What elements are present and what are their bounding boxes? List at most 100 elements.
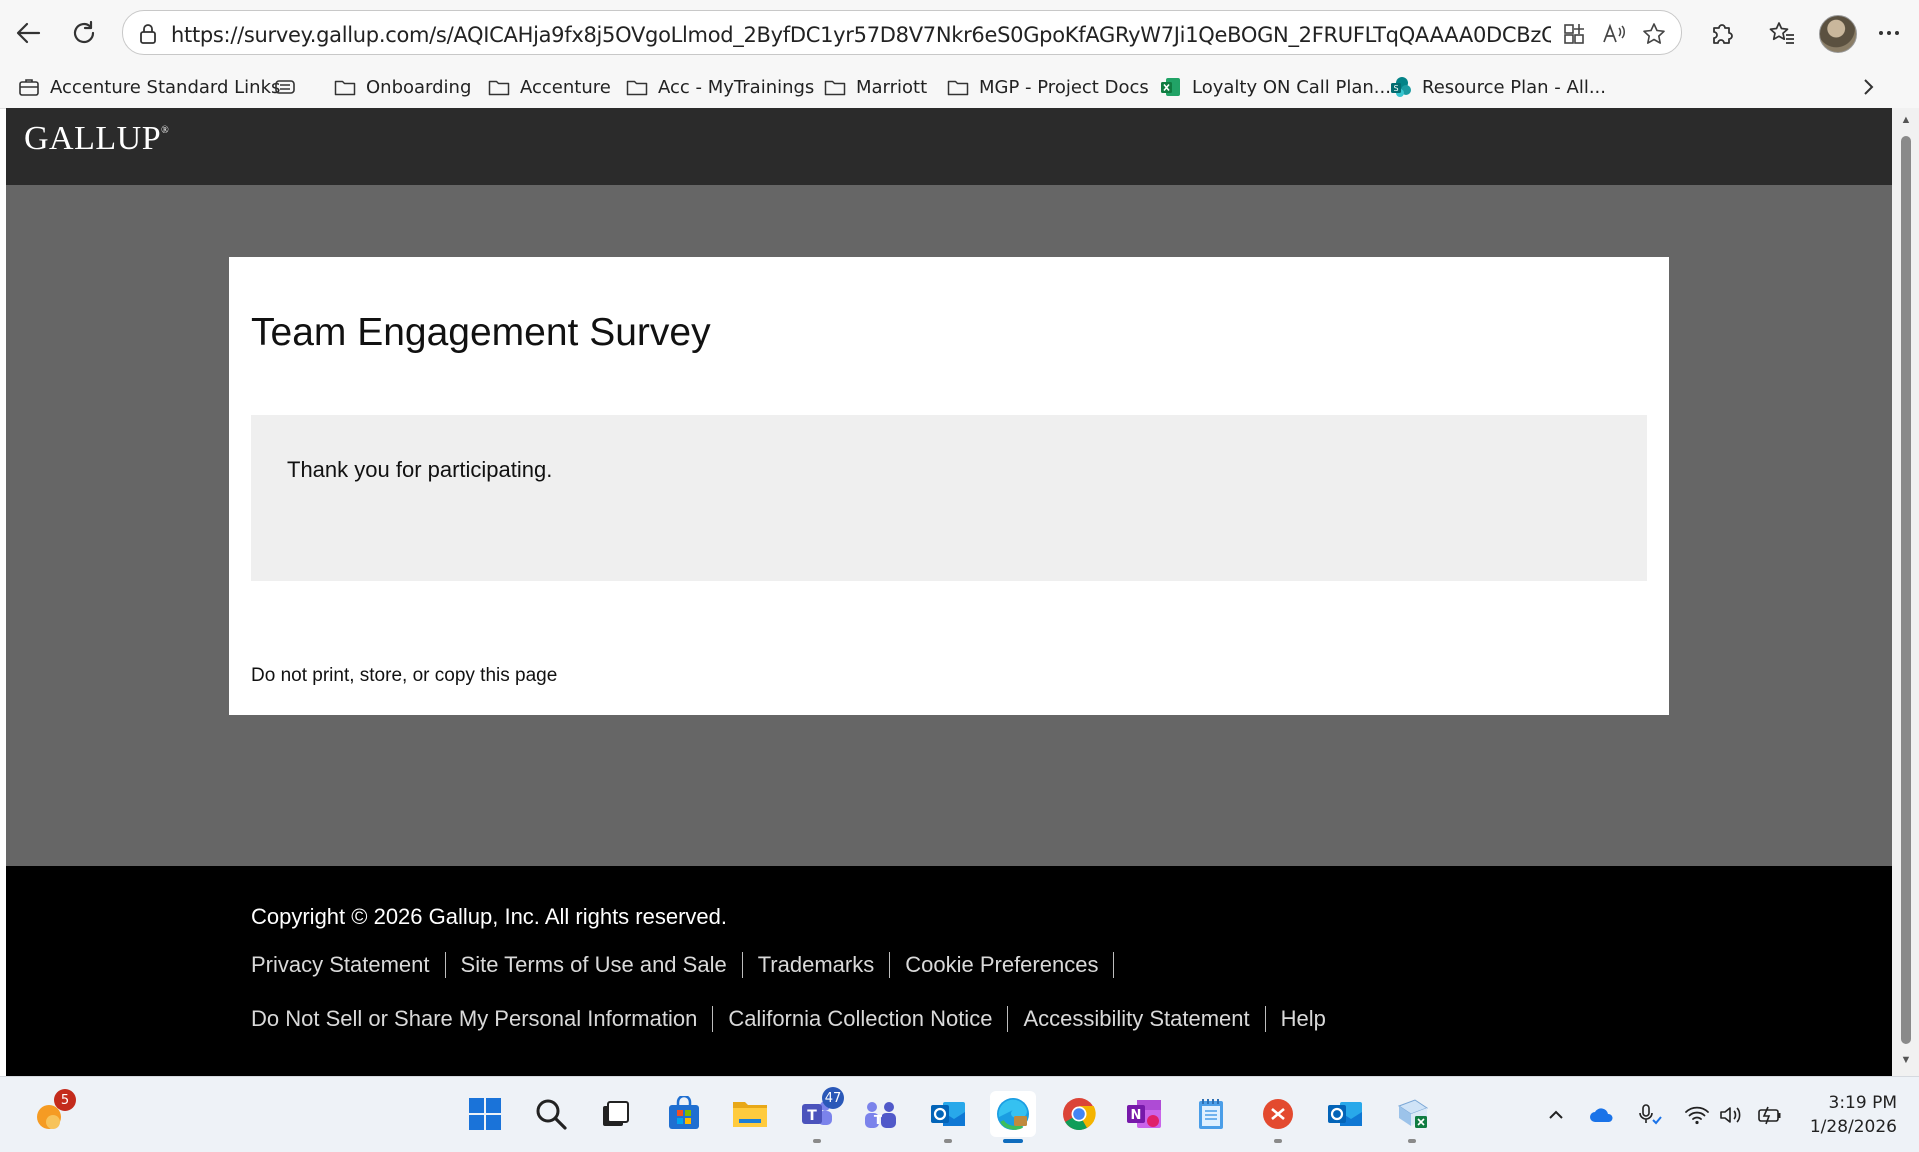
back-arrow-icon xyxy=(16,22,41,44)
favorites-button[interactable] xyxy=(1765,16,1799,50)
app-available-icon[interactable] xyxy=(1561,21,1587,47)
footer-links-row-2: Do Not Sell or Share My Personal Informa… xyxy=(251,1006,1326,1032)
chevron-right-icon xyxy=(1864,79,1874,95)
bookmark-acc-mytrainings[interactable]: Acc - MyTrainings xyxy=(624,74,814,100)
accessibility-statement-link[interactable]: Accessibility Statement xyxy=(1023,1006,1249,1032)
scroll-thumb[interactable] xyxy=(1901,136,1911,1044)
taskbar-chrome[interactable] xyxy=(1056,1091,1102,1137)
chevron-up-icon xyxy=(1549,1110,1563,1119)
taskbar-outlook-2[interactable] xyxy=(1322,1091,1368,1137)
weather-widget[interactable]: 5 xyxy=(26,1089,76,1139)
bookmark-loyalty-on-call-plan[interactable]: Loyalty ON Call Plan... xyxy=(1158,74,1391,100)
cookie-preferences-link[interactable]: Cookie Preferences xyxy=(905,952,1098,978)
taskbar-remote-desktop[interactable] xyxy=(1255,1091,1301,1143)
outlook-icon xyxy=(931,1102,965,1126)
link-divider xyxy=(1113,952,1115,978)
excel-window-icon xyxy=(1397,1099,1429,1128)
bookmark-accenture[interactable]: Accenture xyxy=(486,74,611,100)
wifi-tray-icon[interactable] xyxy=(1683,1101,1711,1129)
microphone-tray-icon[interactable] xyxy=(1636,1101,1664,1129)
bookmark-mgp-project-docs[interactable]: MGP - Project Docs xyxy=(945,74,1149,100)
taskbar-file-explorer[interactable] xyxy=(727,1091,773,1137)
bookmark-resource-plan[interactable]: S Resource Plan - All... xyxy=(1388,74,1606,100)
refresh-button[interactable] xyxy=(64,13,104,53)
california-collection-notice-link[interactable]: California Collection Notice xyxy=(728,1006,992,1032)
survey-card: Team Engagement Survey Thank you for par… xyxy=(229,257,1669,715)
more-menu-button[interactable] xyxy=(1872,16,1906,50)
taskbar-notepad[interactable] xyxy=(1188,1091,1234,1137)
svg-text:N: N xyxy=(1131,1108,1142,1123)
search-button[interactable] xyxy=(528,1091,574,1137)
taskbar-teams-personal[interactable]: T xyxy=(858,1091,904,1137)
onedrive-tray-icon[interactable] xyxy=(1588,1101,1616,1129)
store-bag-icon xyxy=(669,1096,699,1129)
bookmark-reading-list[interactable] xyxy=(272,74,306,100)
taskbar-outlook[interactable] xyxy=(925,1091,971,1143)
do-not-sell-link[interactable]: Do Not Sell or Share My Personal Informa… xyxy=(251,1006,697,1032)
site-terms-link[interactable]: Site Terms of Use and Sale xyxy=(461,952,727,978)
notification-badge: 5 xyxy=(54,1089,76,1111)
taskbar-excel-app[interactable] xyxy=(1389,1091,1435,1143)
taskbar-onenote[interactable]: N xyxy=(1121,1091,1167,1137)
logo-registered-mark: ® xyxy=(161,124,170,136)
copyright-text: Copyright © 2026 Gallup, Inc. All rights… xyxy=(251,904,727,929)
speaker-icon xyxy=(1720,1107,1741,1123)
back-button[interactable] xyxy=(8,13,48,53)
page-scrollbar[interactable]: ▲ ▼ xyxy=(1892,108,1919,1076)
scroll-down-arrow-icon[interactable]: ▼ xyxy=(1900,1054,1912,1066)
chrome-icon xyxy=(1063,1098,1096,1131)
browser-toolbar: https://survey.gallup.com/s/AQICAHja9fx8… xyxy=(0,0,1919,66)
ellipsis-icon xyxy=(1879,31,1899,35)
site-header: GALLUP® xyxy=(6,108,1892,185)
show-hidden-icons-button[interactable] xyxy=(1542,1101,1570,1129)
bookmark-label: Acc - MyTrainings xyxy=(658,76,815,98)
bookmark-marriott[interactable]: Marriott xyxy=(822,74,927,100)
taskbar-edge[interactable] xyxy=(990,1091,1036,1143)
gallup-logo[interactable]: GALLUP® xyxy=(24,120,169,158)
refresh-icon xyxy=(73,20,95,44)
help-link[interactable]: Help xyxy=(1281,1006,1326,1032)
favorites-list-icon xyxy=(1769,22,1794,44)
volume-tray-icon[interactable] xyxy=(1717,1101,1745,1129)
lock-icon[interactable] xyxy=(135,21,161,47)
favorites-bar: Accenture Standard Links Onboarding Acce… xyxy=(0,66,1919,109)
favorite-star-icon[interactable] xyxy=(1641,21,1667,47)
briefcase-icon xyxy=(16,74,42,100)
extensions-button[interactable] xyxy=(1705,16,1739,50)
address-bar[interactable]: https://survey.gallup.com/s/AQICAHja9fx8… xyxy=(122,10,1682,55)
remote-connection-icon xyxy=(1263,1099,1293,1129)
profile-avatar[interactable] xyxy=(1819,15,1857,53)
edge-browser-icon xyxy=(997,1098,1029,1130)
puzzle-icon xyxy=(1713,24,1733,44)
microphone-icon xyxy=(1639,1104,1662,1125)
page-viewport: GALLUP® Team Engagement Survey Thank you… xyxy=(6,108,1892,1076)
url-text[interactable]: https://survey.gallup.com/s/AQICAHja9fx8… xyxy=(171,23,1551,47)
scroll-up-arrow-icon[interactable]: ▲ xyxy=(1900,114,1912,126)
notepad-icon xyxy=(1199,1099,1223,1129)
bookmarks-overflow-button[interactable] xyxy=(1856,74,1880,100)
bookmark-onboarding[interactable]: Onboarding xyxy=(332,74,471,100)
link-divider xyxy=(712,1006,714,1032)
link-divider xyxy=(1007,1006,1009,1032)
bookmark-label: Marriott xyxy=(856,76,928,98)
folder-icon xyxy=(332,74,358,100)
teams-personal-icon: T xyxy=(865,1102,896,1128)
running-indicator xyxy=(813,1139,821,1143)
privacy-statement-link[interactable]: Privacy Statement xyxy=(251,952,430,978)
windows-taskbar: 5 T 47 T N 3:19 PM 1/28/2026 xyxy=(0,1076,1919,1152)
taskbar-clock[interactable]: 3:19 PM 1/28/2026 xyxy=(1810,1091,1897,1139)
bookmark-label: MGP - Project Docs xyxy=(979,76,1149,98)
bookmark-accenture-standard-links[interactable]: Accenture Standard Links xyxy=(16,74,280,100)
read-aloud-icon[interactable] xyxy=(1601,21,1627,47)
start-button[interactable] xyxy=(462,1091,508,1137)
battery-tray-icon[interactable] xyxy=(1756,1101,1784,1129)
taskbar-teams-work[interactable]: T 47 xyxy=(794,1087,844,1143)
trademarks-link[interactable]: Trademarks xyxy=(758,952,875,978)
confidentiality-notice: Do not print, store, or copy this page xyxy=(251,665,558,686)
task-view-button[interactable] xyxy=(592,1091,638,1137)
taskbar-microsoft-store[interactable] xyxy=(661,1091,707,1137)
logo-text: GALLUP xyxy=(24,120,162,157)
onenote-icon: N xyxy=(1127,1100,1161,1128)
search-icon xyxy=(536,1099,567,1130)
battery-charging-icon xyxy=(1758,1106,1781,1125)
